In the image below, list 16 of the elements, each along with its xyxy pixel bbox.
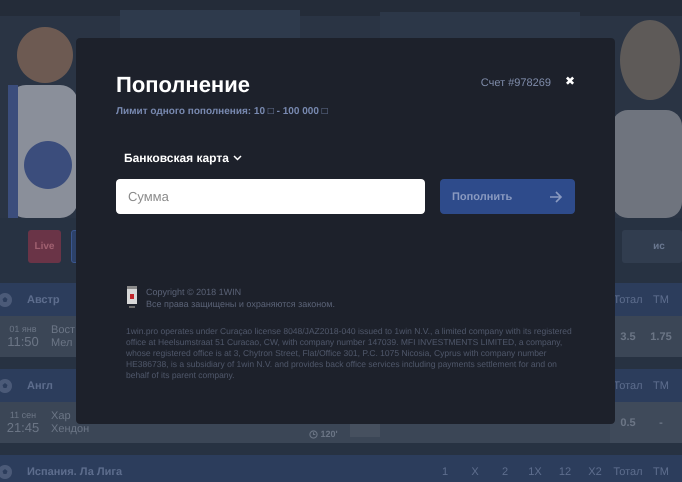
legal-text: 1win.pro operates under Curaçao license 8048/JAZ2018-040 issued to 1win N.V., a limited company with its registered office at Heelsumstraat 51 Curacao, CW, with company number 147039. MFI INVESTMENTS LIMITED, a company, whose registered office is at 3, Chytron Street, Flat/Office 301, P.C. 1075 Nicosia, Cyprus with company number HE386738, is a subsidiary of 1win N.V. and provides back office services including payments settlement for and on behalf of its parent company. — [126, 326, 573, 381]
copyright-text: Все права защищены и охраняются законом. — [146, 298, 335, 310]
deposit-button[interactable]: Пополнить — [440, 179, 575, 214]
arrow-right-icon — [549, 190, 563, 202]
amount-field[interactable]: Сумма — [116, 179, 425, 214]
close-button[interactable]: ✖ — [565, 75, 575, 87]
filter-button[interactable]: ис — [622, 230, 682, 263]
modal-title: Пополнение — [116, 72, 250, 98]
clock-icon — [309, 430, 318, 438]
deposit-limit: Лимит одного пополнения: 10 □ - 100 000 □ — [116, 106, 329, 117]
payment-method-dropdown[interactable]: Банковская карта — [116, 151, 242, 165]
odds-value[interactable]: - — [646, 416, 676, 428]
account-number: Счет #978269 — [480, 77, 551, 89]
copyright-text: Copyright © 2018 1WIN — [146, 286, 242, 298]
crest-logo-icon — [126, 286, 138, 310]
chevron-icon — [232, 155, 242, 161]
